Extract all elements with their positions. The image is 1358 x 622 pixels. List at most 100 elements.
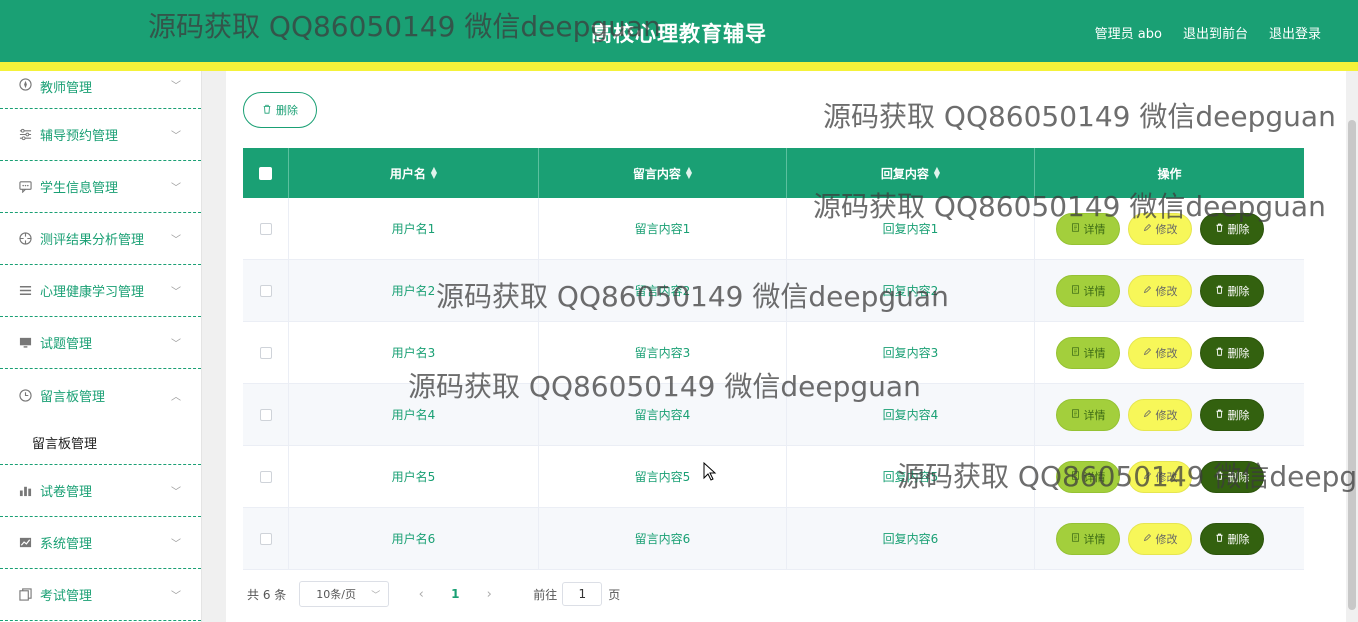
trash-icon — [1215, 346, 1224, 359]
pencil-icon — [1143, 346, 1152, 359]
edit-button[interactable]: 修改 — [1128, 336, 1192, 369]
document-icon — [1071, 346, 1080, 359]
prev-page-button[interactable]: ‹ — [409, 587, 433, 602]
scrollbar-thumb[interactable] — [1348, 120, 1356, 610]
cell-actions: 详情 修改 删除 — [1035, 260, 1304, 321]
chevron-down-icon: ﹀ — [171, 287, 181, 298]
sort-icon[interactable]: ▲ ▼ — [934, 166, 940, 180]
sidebar-item-label: 辅导预约管理 — [40, 129, 119, 144]
sidebar-item-label: 教师管理 — [40, 81, 93, 96]
header-reply[interactable]: 回复内容 ▲ ▼ — [787, 148, 1035, 198]
row-checkbox[interactable] — [259, 346, 272, 359]
cell-message: 留言内容5 — [539, 446, 787, 507]
row-select-cell — [243, 446, 289, 507]
edit-label: 修改 — [1155, 346, 1178, 360]
sliders-icon — [18, 128, 32, 142]
detail-button[interactable]: 详情 — [1056, 460, 1120, 493]
header-username[interactable]: 用户名 ▲ ▼ — [289, 148, 539, 198]
select-all-checkbox[interactable] — [259, 166, 272, 180]
row-checkbox[interactable] — [259, 222, 272, 235]
edit-label: 修改 — [1155, 222, 1178, 236]
cell-username: 用户名6 — [289, 508, 539, 569]
cell-actions: 详情 修改 删除 — [1035, 384, 1304, 445]
chevron-down-icon: ﹀ — [171, 487, 181, 498]
row-select-cell — [243, 198, 289, 259]
trash-icon — [1215, 470, 1224, 483]
detail-button[interactable]: 详情 — [1056, 274, 1120, 307]
page-size-select[interactable]: 10条/页 ﹀ — [299, 581, 390, 607]
sidebar-item-appointments[interactable]: 辅导预约管理 ﹀ — [0, 109, 201, 161]
delete-button[interactable]: 删除 — [1200, 398, 1264, 431]
delete-button[interactable]: 删除 — [1200, 336, 1264, 369]
edit-label: 修改 — [1155, 532, 1178, 546]
sidebar-item-teachers[interactable]: 教师管理 ﹀ — [0, 71, 201, 109]
top-header: 高校心理教育辅导 管理员 abo 退出到前台 退出登录 — [0, 0, 1358, 62]
goto-suffix: 页 — [608, 587, 621, 602]
header-select-all[interactable] — [243, 148, 289, 198]
edit-button[interactable]: 修改 — [1128, 274, 1192, 307]
detail-button[interactable]: 详情 — [1056, 212, 1120, 245]
page-size-value: 10条/页 — [316, 588, 356, 601]
edit-button[interactable]: 修改 — [1128, 212, 1192, 245]
detail-button[interactable]: 详情 — [1056, 522, 1120, 555]
exit-to-front-link[interactable]: 退出到前台 — [1183, 23, 1248, 42]
sidebar-item-questions[interactable]: 试题管理 ﹀ — [0, 317, 201, 369]
edit-button[interactable]: 修改 — [1128, 398, 1192, 431]
edit-button[interactable]: 修改 — [1128, 460, 1192, 493]
sidebar-item-students[interactable]: 学生信息管理 ﹀ — [0, 161, 201, 213]
row-select-cell — [243, 322, 289, 383]
edit-label: 修改 — [1155, 408, 1178, 422]
delete-button[interactable]: 删除 — [1200, 522, 1264, 555]
sidebar-item-label: 系统管理 — [40, 537, 93, 552]
next-page-button[interactable]: › — [477, 587, 501, 602]
delete-label: 删除 — [1227, 284, 1250, 298]
detail-button[interactable]: 详情 — [1056, 398, 1120, 431]
compass-icon — [18, 77, 32, 91]
sort-icon[interactable]: ▲ ▼ — [431, 166, 437, 180]
edit-label: 修改 — [1155, 470, 1178, 484]
detail-button[interactable]: 详情 — [1056, 336, 1120, 369]
table-row: 用户名6 留言内容6 回复内容6 详情 修改 删除 — [243, 508, 1304, 570]
delete-button[interactable]: 删除 — [1200, 212, 1264, 245]
trash-icon — [262, 104, 272, 117]
sidebar-item-papers[interactable]: 试卷管理 ﹀ — [0, 465, 201, 517]
row-checkbox[interactable] — [259, 408, 272, 421]
header-message[interactable]: 留言内容 ▲ ▼ — [539, 148, 787, 198]
sidebar-item-message-board[interactable]: 留言板管理 ︿ — [0, 369, 201, 421]
sort-icon[interactable]: ▲ ▼ — [686, 166, 692, 180]
goto-page-input[interactable] — [562, 582, 603, 606]
bar-chart-icon — [18, 484, 32, 498]
row-checkbox[interactable] — [259, 532, 272, 545]
sidebar-item-label: 试卷管理 — [40, 485, 93, 500]
table-row: 用户名5 留言内容5 回复内容5 详情 修改 删除 — [243, 446, 1304, 508]
sidebar-item-label: 学生信息管理 — [40, 181, 119, 196]
document-icon — [1071, 532, 1080, 545]
document-icon — [1071, 470, 1080, 483]
page-number-current[interactable]: 1 — [443, 587, 467, 601]
sidebar-item-assessment[interactable]: 测评结果分析管理 ﹀ — [0, 213, 201, 265]
document-icon — [1071, 284, 1080, 297]
submenu-message-board[interactable]: 留言板管理 — [0, 421, 201, 465]
chevron-down-icon: ﹀ — [171, 339, 181, 350]
admin-user-link[interactable]: 管理员 abo — [1095, 23, 1162, 42]
sidebar-item-system[interactable]: 系统管理 ﹀ — [0, 517, 201, 569]
batch-delete-button[interactable]: 删除 — [243, 92, 317, 128]
cell-reply: 回复内容3 — [787, 322, 1035, 383]
sidebar-item-learning[interactable]: 心理健康学习管理 ﹀ — [0, 265, 201, 317]
delete-label: 删除 — [1227, 470, 1250, 484]
sidebar-item-exams[interactable]: 考试管理 ﹀ — [0, 569, 201, 621]
row-checkbox[interactable] — [259, 284, 272, 297]
cell-message: 留言内容3 — [539, 322, 787, 383]
logout-link[interactable]: 退出登录 — [1269, 23, 1321, 42]
total-count: 共 6 条 — [247, 587, 287, 602]
delete-button[interactable]: 删除 — [1200, 274, 1264, 307]
table-row: 用户名1 留言内容1 回复内容1 详情 修改 删除 — [243, 198, 1304, 260]
edit-button[interactable]: 修改 — [1128, 522, 1192, 555]
row-checkbox[interactable] — [259, 470, 272, 483]
sidebar-item-label: 心理健康学习管理 — [40, 285, 145, 300]
detail-label: 详情 — [1083, 470, 1106, 484]
document-icon — [1071, 222, 1080, 235]
cell-username: 用户名4 — [289, 384, 539, 445]
delete-button[interactable]: 删除 — [1200, 460, 1264, 493]
chevron-down-icon: ﹀ — [171, 131, 181, 142]
